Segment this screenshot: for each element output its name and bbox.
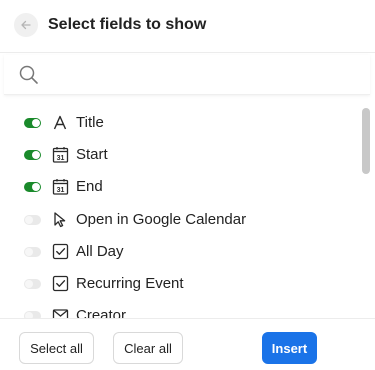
select-all-button[interactable]: Select all xyxy=(19,332,94,364)
back-button[interactable] xyxy=(14,13,38,37)
field-item-title[interactable]: Title xyxy=(0,107,358,139)
arrow-left-icon xyxy=(21,20,31,30)
calendar-31-icon: 31 xyxy=(52,179,69,195)
toggle-switch[interactable] xyxy=(24,279,41,289)
toggle-switch[interactable] xyxy=(24,150,41,160)
dialog-title: Select fields to show xyxy=(48,16,207,33)
insert-button[interactable]: Insert xyxy=(262,332,317,364)
field-item-all-day[interactable]: All Day xyxy=(0,236,358,268)
toggle-switch[interactable] xyxy=(24,118,41,128)
field-item-creator[interactable]: Creator xyxy=(0,300,358,318)
field-item-end[interactable]: 31 End xyxy=(0,171,358,203)
field-label: Open in Google Calendar xyxy=(76,211,247,228)
mail-icon xyxy=(52,309,69,318)
search-bar xyxy=(4,55,370,95)
toggle-switch[interactable] xyxy=(24,311,41,318)
field-label: Recurring Event xyxy=(76,275,184,292)
field-item-recurring-event[interactable]: Recurring Event xyxy=(0,268,358,300)
field-label: All Day xyxy=(76,243,124,260)
field-label: End xyxy=(76,178,103,195)
search-input[interactable] xyxy=(48,61,358,89)
search-icon xyxy=(19,65,38,84)
text-font-icon xyxy=(53,115,67,130)
dialog-header: Select fields to show xyxy=(0,0,375,53)
calendar-31-icon: 31 xyxy=(52,147,69,163)
toggle-switch[interactable] xyxy=(24,215,41,225)
dialog-footer: Select all Clear all Insert xyxy=(0,318,375,370)
checkbox-icon xyxy=(52,275,69,292)
toggle-switch[interactable] xyxy=(24,247,41,257)
field-label: Start xyxy=(76,146,108,163)
list-scrollbar[interactable] xyxy=(362,108,370,174)
cursor-pointer-icon xyxy=(54,212,66,228)
clear-all-button[interactable]: Clear all xyxy=(113,332,183,364)
field-item-open-in-google-calendar[interactable]: Open in Google Calendar xyxy=(0,204,358,236)
field-list: Title 31 Start 31 End Open in Google Cal… xyxy=(0,102,358,318)
svg-text:31: 31 xyxy=(57,187,65,194)
field-item-start[interactable]: 31 Start xyxy=(0,139,358,171)
field-label: Title xyxy=(76,114,104,131)
checkbox-icon xyxy=(52,243,69,260)
toggle-switch[interactable] xyxy=(24,182,41,192)
field-label: Creator xyxy=(76,307,127,318)
svg-text:31: 31 xyxy=(57,155,65,162)
